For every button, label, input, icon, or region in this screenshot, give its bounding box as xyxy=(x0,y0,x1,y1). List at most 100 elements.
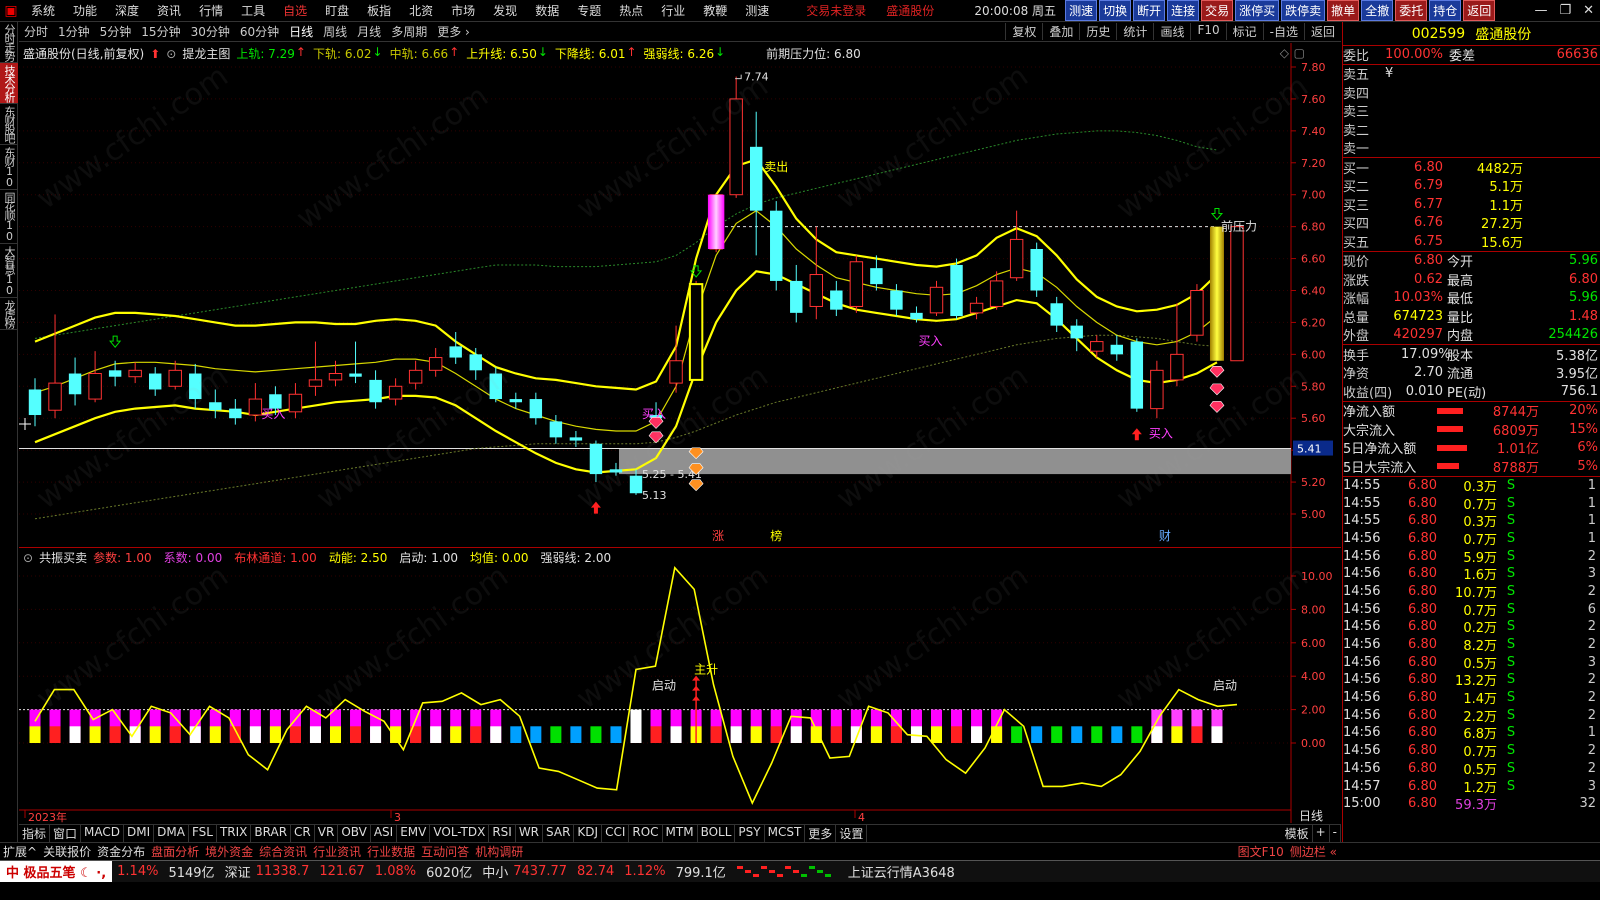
period-tab-0[interactable]: 分时 xyxy=(19,23,53,40)
trade-button-0[interactable]: 测速 xyxy=(1065,0,1098,21)
trade-button-1[interactable]: 切换 xyxy=(1099,0,1132,21)
indicator-tab-22[interactable]: PSY xyxy=(735,825,765,842)
chart-tool-0[interactable]: 复权 xyxy=(1005,23,1042,40)
left-tab-4[interactable]: 同花顺10 xyxy=(0,190,18,244)
menu-item-17[interactable]: 测速 xyxy=(736,0,778,22)
buy-level[interactable]: 买三 6.77 1.1万 xyxy=(1343,195,1600,214)
indicator-tab-0[interactable]: 指标 xyxy=(19,825,51,842)
menu-item-9[interactable]: 北资 xyxy=(400,0,442,22)
menu-item-2[interactable]: 深度 xyxy=(106,0,148,22)
indicator-tab-4[interactable]: DMA xyxy=(154,825,189,842)
chart-tool-1[interactable]: 叠加 xyxy=(1042,23,1079,40)
sell-level[interactable]: 卖四 xyxy=(1343,83,1600,102)
indicator-tab-17[interactable]: KDJ xyxy=(574,825,603,842)
menu-item-15[interactable]: 行业 xyxy=(652,0,694,22)
ext-tab-6[interactable]: 行业资讯 xyxy=(310,843,364,860)
menu-item-6[interactable]: 自选 xyxy=(274,0,316,22)
ext-tab-1[interactable]: 关联报价 xyxy=(40,843,94,860)
menu-item-0[interactable]: 系统 xyxy=(22,0,64,22)
indicator-tab-24[interactable]: 更多 xyxy=(805,825,837,842)
indicator-tab-19[interactable]: ROC xyxy=(629,825,663,842)
sell-level[interactable]: 卖三 xyxy=(1343,102,1600,120)
menu-item-1[interactable]: 功能 xyxy=(64,0,106,22)
menu-item-16[interactable]: 教鞭 xyxy=(694,0,736,22)
menu-item-14[interactable]: 热点 xyxy=(610,0,652,22)
sell-level[interactable]: 卖二 xyxy=(1343,120,1600,139)
chart-tool-2[interactable]: 历史 xyxy=(1079,23,1116,40)
indicator-tab-25[interactable]: 设置 xyxy=(836,825,868,842)
minimize-icon[interactable]: — xyxy=(1528,3,1553,18)
ext-tab-3[interactable]: 盘面分析 xyxy=(148,843,202,860)
chart-tool-3[interactable]: 统计 xyxy=(1116,23,1153,40)
trade-button-6[interactable]: 跌停卖 xyxy=(1281,0,1326,21)
ime-badge[interactable]: 中 极品五笔 ☾ ·, xyxy=(0,861,113,882)
left-tab-3[interactable]: 东财10 xyxy=(0,145,18,190)
menu-item-10[interactable]: 市场 xyxy=(442,0,484,22)
buy-level[interactable]: 买五 6.75 15.6万 xyxy=(1343,232,1600,251)
period-tab-8[interactable]: 月线 xyxy=(352,23,386,40)
chart-tool-7[interactable]: -自选 xyxy=(1262,23,1304,40)
ext-tab-2[interactable]: 资金分布 xyxy=(94,843,148,860)
close-icon[interactable]: ✕ xyxy=(1577,3,1600,18)
menu-item-13[interactable]: 专题 xyxy=(568,0,610,22)
ext-tab-7[interactable]: 行业数据 xyxy=(364,843,418,860)
ext-right-1[interactable]: 侧边栏 « xyxy=(1287,843,1340,860)
indicator-tab-10[interactable]: OBV xyxy=(338,825,371,842)
trade-button-8[interactable]: 全撤 xyxy=(1361,0,1394,21)
menu-item-12[interactable]: 数据 xyxy=(526,0,568,22)
trade-button-7[interactable]: 撤单 xyxy=(1327,0,1360,21)
ext-right-0[interactable]: 图文F10 xyxy=(1235,843,1287,860)
indicator-tab-21[interactable]: BOLL xyxy=(698,825,736,842)
indicator-tab-14[interactable]: RSI xyxy=(489,825,516,842)
period-tab-10[interactable]: 更多 › xyxy=(432,23,475,40)
period-tab-9[interactable]: 多周期 xyxy=(386,23,432,40)
ext-tab-5[interactable]: 综合资讯 xyxy=(256,843,310,860)
indicator-tab-12[interactable]: EMV xyxy=(397,825,431,842)
buy-level[interactable]: 买一 6.80 4482万 xyxy=(1343,158,1600,177)
indicator-tab-2[interactable]: MACD xyxy=(81,825,125,842)
buy-level[interactable]: 买四 6.76 27.2万 xyxy=(1343,214,1600,232)
indicator-tab-5[interactable]: FSL xyxy=(189,825,217,842)
sub-chart-svg[interactable]: 10.00 8.00 6.00 4.00 2.00 0.00 启动 主升启动 2023年 3 4 日线 xyxy=(19,548,1341,823)
indicator-tab-13[interactable]: VOL-TDX xyxy=(430,825,490,842)
period-tab-3[interactable]: 15分钟 xyxy=(136,23,185,40)
indicator-tab-3[interactable]: DMI xyxy=(124,825,155,842)
trade-button-9[interactable]: 委托 xyxy=(1395,0,1428,21)
restore-icon[interactable]: ❐ xyxy=(1553,3,1577,18)
indicator-tab-8[interactable]: CR xyxy=(291,825,315,842)
indicator-right-0[interactable]: 模板 xyxy=(1282,825,1313,842)
chart-tool-4[interactable]: 画线 xyxy=(1153,23,1190,40)
ext-tab-8[interactable]: 互动问答 xyxy=(418,843,472,860)
trade-button-10[interactable]: 持仓 xyxy=(1429,0,1462,21)
buy-level[interactable]: 买二 6.79 5.1万 xyxy=(1343,177,1600,195)
period-tab-6[interactable]: 日线 xyxy=(284,23,318,40)
trade-button-5[interactable]: 涨停买 xyxy=(1235,0,1280,21)
trade-button-11[interactable]: 返回 xyxy=(1463,0,1496,21)
trade-button-3[interactable]: 连接 xyxy=(1167,0,1200,21)
trade-button-2[interactable]: 断开 xyxy=(1133,0,1166,21)
menu-item-11[interactable]: 发现 xyxy=(484,0,526,22)
chart-tool-5[interactable]: F10 xyxy=(1190,23,1225,40)
indicator-right-1[interactable]: + xyxy=(1313,825,1330,842)
period-tab-2[interactable]: 5分钟 xyxy=(95,23,137,40)
chart-tool-6[interactable]: 标记 xyxy=(1225,23,1263,40)
indicator-tab-6[interactable]: TRIX xyxy=(217,825,252,842)
ext-tab-0[interactable]: 扩展^ xyxy=(0,843,40,860)
indicator-tab-20[interactable]: MTM xyxy=(663,825,698,842)
left-tab-6[interactable]: 龙虎榜 xyxy=(0,298,18,330)
ext-tab-9[interactable]: 机构调研 xyxy=(472,843,526,860)
chart-tool-8[interactable]: 返回 xyxy=(1303,23,1341,40)
period-tab-7[interactable]: 周线 xyxy=(318,23,352,40)
period-tab-4[interactable]: 30分钟 xyxy=(186,23,235,40)
menu-item-8[interactable]: 板指 xyxy=(358,0,400,22)
sub-chart-panel[interactable]: ⊙ 共振买卖 参数: 1.00 系数: 0.00 布林通道: 1.00 动能: 2.5… xyxy=(19,548,1341,823)
indicator-tab-16[interactable]: SAR xyxy=(543,825,575,842)
ext-tab-4[interactable]: 境外资金 xyxy=(202,843,256,860)
period-tab-1[interactable]: 1分钟 xyxy=(53,23,95,40)
sell-level[interactable]: 卖一 xyxy=(1343,139,1600,157)
menu-item-5[interactable]: 工具 xyxy=(232,0,274,22)
sell-level[interactable]: 卖五 ¥ xyxy=(1343,65,1600,83)
main-chart-svg[interactable]: 7.80 7.60 7.40 7.20 7.00 6.80 6.60 6.40 6.20 6.00… xyxy=(19,43,1341,548)
alert-1[interactable]: 盛通股份 xyxy=(876,2,944,19)
menu-item-4[interactable]: 行情 xyxy=(190,0,232,22)
